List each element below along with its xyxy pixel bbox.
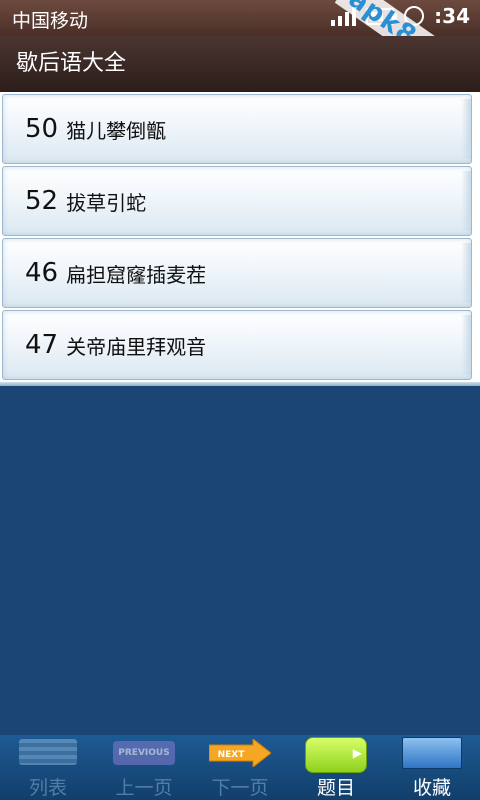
item-text: 扁担窟窿插麦茬 (66, 262, 207, 287)
item-number: 50 (25, 114, 59, 144)
list-item[interactable]: 47 关帝庙里拜观音 (2, 310, 472, 380)
list-item[interactable]: 52 拔草引蛇 (2, 166, 472, 236)
previous-page-button[interactable]: PREVIOUS 上一页 (96, 735, 192, 800)
item-number: 47 (25, 330, 59, 360)
topic-icon (305, 737, 367, 773)
status-time: :34 (434, 4, 470, 28)
carrier-name: 中国移动 (12, 10, 89, 32)
item-text: 猫儿攀倒甑 (66, 118, 167, 143)
topic-button[interactable]: 题目 (288, 735, 384, 800)
topic-label: 题目 (316, 777, 355, 799)
app-title: 歇后语大全 (0, 36, 480, 92)
list-label: 列表 (28, 777, 67, 799)
item-number: 46 (25, 258, 59, 288)
bottom-toolbar: 列表 PREVIOUS 上一页 NEXT 下一页 题目 收藏 (0, 735, 480, 800)
previous-page-label: 上一页 (115, 777, 173, 799)
list-bottom-edge (0, 382, 480, 386)
status-bar: 中国移动 :34 apk8.com (0, 0, 480, 100)
list-icon (19, 739, 77, 765)
favorite-button[interactable]: 收藏 (384, 735, 480, 800)
saying-list: 50 猫儿攀倒甑 52 拔草引蛇 46 扁担窟窿插麦茬 47 关帝庙里拜观音 (0, 92, 480, 386)
next-page-label: 下一页 (211, 777, 269, 799)
favorite-label: 收藏 (412, 777, 451, 799)
item-number: 52 (25, 186, 59, 216)
list-item[interactable]: 46 扁担窟窿插麦茬 (2, 238, 472, 308)
next-page-button[interactable]: NEXT 下一页 (192, 735, 288, 800)
list-item[interactable]: 50 猫儿攀倒甑 (2, 94, 472, 164)
next-icon-text: NEXT (218, 750, 246, 760)
item-text: 关帝庙里拜观音 (66, 334, 207, 359)
favorite-icon (402, 737, 462, 769)
next-icon: NEXT (209, 739, 271, 767)
previous-icon: PREVIOUS (113, 741, 175, 765)
item-text: 拔草引蛇 (66, 190, 147, 215)
list-button[interactable]: 列表 (0, 735, 96, 800)
